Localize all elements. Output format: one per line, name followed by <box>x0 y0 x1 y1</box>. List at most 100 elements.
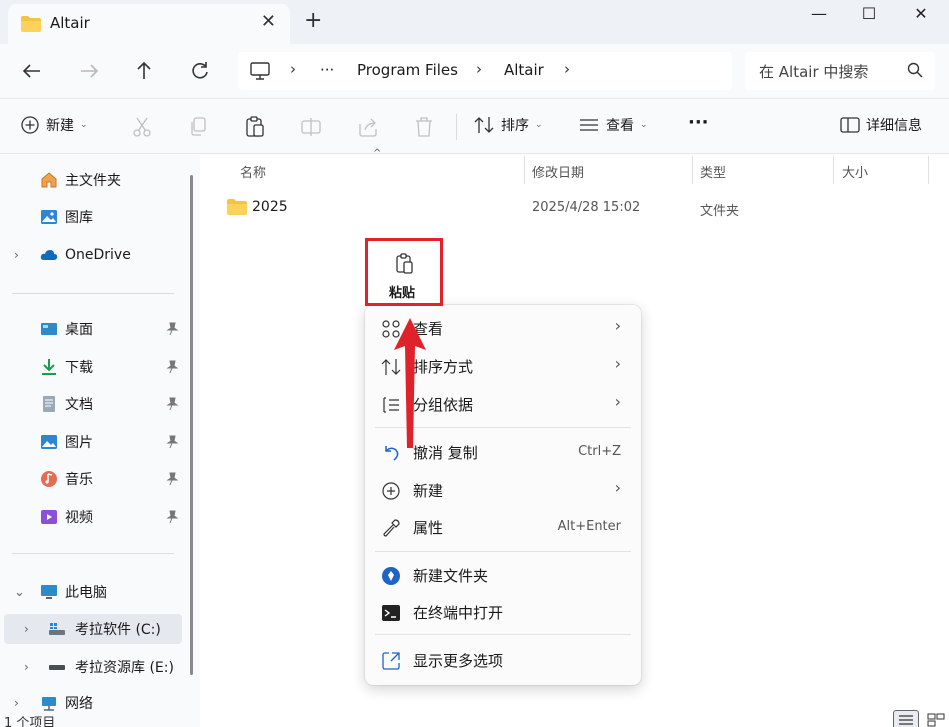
chevron-right-icon[interactable]: › <box>476 60 482 78</box>
chevron-right-icon[interactable]: › <box>564 60 570 78</box>
paste-label: 粘贴 <box>389 286 416 301</box>
wrench-icon <box>383 519 400 537</box>
menu-item-properties[interactable]: 属性 Alt+Enter <box>365 510 641 544</box>
search-box[interactable]: 在 Altair 中搜索 <box>745 52 935 90</box>
column-header-type[interactable]: 类型 <box>700 162 726 181</box>
back-icon[interactable] <box>18 58 46 84</box>
chevron-right-icon[interactable]: › <box>14 696 19 710</box>
divider <box>12 553 174 554</box>
view-label: 查看 <box>606 118 634 134</box>
paste-button[interactable]: 粘贴 <box>365 238 443 306</box>
paste-icon <box>396 253 413 274</box>
chevron-right-icon[interactable]: › <box>24 622 29 636</box>
maximize-button[interactable]: ☐ <box>846 2 892 30</box>
column-divider[interactable] <box>692 156 693 184</box>
pin-icon[interactable] <box>166 360 178 374</box>
sidebar-scrollbar[interactable] <box>190 175 193 675</box>
column-header-modified[interactable]: 修改日期 <box>532 162 584 181</box>
breadcrumb-program-files[interactable]: Program Files <box>357 61 458 79</box>
open-external-icon <box>382 652 400 670</box>
cut-icon[interactable] <box>132 116 152 138</box>
sidebar-item-gallery[interactable]: 图库 <box>0 202 185 232</box>
more-options-button[interactable]: ··· <box>688 112 709 133</box>
home-icon <box>41 172 57 188</box>
new-button[interactable]: 新建 ⌄ <box>20 115 88 135</box>
sidebar-item-music[interactable]: 音乐 <box>0 464 185 494</box>
column-header-name[interactable]: 名称 <box>240 162 266 181</box>
sidebar-item-drive-e[interactable]: › 考拉资源库 (E:) <box>0 652 185 682</box>
delete-icon[interactable] <box>414 116 434 138</box>
menu-item-new[interactable]: 新建 › <box>365 473 641 507</box>
list-view-icon <box>580 119 598 131</box>
details-pane-button[interactable]: 详细信息 <box>840 115 922 135</box>
tab-close-icon[interactable]: ✕ <box>261 11 276 32</box>
chevron-right-icon: › <box>614 354 621 373</box>
chevron-right-icon: › <box>614 316 621 335</box>
red-arrow-annotation <box>394 318 426 448</box>
sidebar-item-downloads[interactable]: 下载 <box>0 352 185 382</box>
tab-title: Altair <box>50 14 90 32</box>
status-item-count: 1 个项目 <box>4 716 56 727</box>
chevron-down-icon[interactable]: ⌄ <box>14 585 25 600</box>
file-row[interactable]: 2025 2025/4/28 15:02 文件夹 <box>220 192 930 224</box>
details-view-button[interactable] <box>893 710 919 727</box>
divider <box>456 114 457 140</box>
folder-icon <box>227 199 247 215</box>
menu-item-show-more-options[interactable]: 显示更多选项 <box>365 643 641 677</box>
sidebar-item-pictures[interactable]: 图片 <box>0 427 185 457</box>
pin-icon[interactable] <box>166 472 178 486</box>
sidebar-item-videos[interactable]: 视频 <box>0 502 185 532</box>
drive-e-icon <box>49 665 65 670</box>
sidebar-item-this-pc[interactable]: ⌄ 此电脑 <box>0 577 185 607</box>
refresh-icon[interactable] <box>186 58 214 84</box>
pin-icon[interactable] <box>166 322 178 336</box>
column-divider[interactable] <box>524 156 525 184</box>
context-menu: 查看 › 排序方式 › 分组依据 › 撤消 复制 Ctrl+Z 新建 › 属性 … <box>365 233 641 685</box>
minimize-button[interactable]: — <box>796 2 842 30</box>
breadcrumb-altair[interactable]: Altair <box>504 61 544 79</box>
pin-icon[interactable] <box>166 397 178 411</box>
menu-item-open-terminal[interactable]: 在终端中打开 <box>365 595 641 629</box>
sidebar-item-drive-c[interactable]: › 考拉软件 (C:) <box>4 614 182 644</box>
navigation-pane: 主文件夹 图库 › OneDrive 桌面 下载 文档 图片 音乐 视频 ⌄ 此… <box>0 155 200 727</box>
sort-button[interactable]: 排序 ⌄ <box>473 115 543 135</box>
tab-altair[interactable]: Altair ✕ <box>8 4 290 44</box>
new-folder-icon <box>382 567 400 585</box>
column-header-size[interactable]: 大小 <box>842 162 868 181</box>
chevron-down-icon: ⌄ <box>80 120 88 130</box>
sort-icon <box>474 117 494 133</box>
menu-item-new-folder[interactable]: 新建文件夹 <box>365 558 641 592</box>
view-button[interactable]: 查看 ⌄ <box>578 115 648 135</box>
column-divider[interactable] <box>833 156 834 184</box>
copy-icon[interactable] <box>188 116 208 138</box>
rename-icon[interactable] <box>300 116 322 138</box>
details-label: 详细信息 <box>866 118 922 134</box>
chevron-right-icon[interactable]: › <box>14 248 19 262</box>
breadcrumb-overflow[interactable]: ··· <box>320 61 334 79</box>
chevron-right-icon[interactable]: › <box>24 660 29 674</box>
up-icon[interactable] <box>130 58 158 84</box>
search-input[interactable]: 在 Altair 中搜索 <box>759 61 868 82</box>
address-bar[interactable]: › ··· Program Files › Altair › <box>238 52 732 90</box>
pin-icon[interactable] <box>166 510 178 524</box>
sidebar-item-documents[interactable]: 文档 <box>0 389 185 419</box>
new-tab-button[interactable]: + <box>304 8 322 33</box>
sidebar-item-onedrive[interactable]: › OneDrive <box>0 240 185 270</box>
desktop-icon <box>41 323 57 335</box>
file-type: 文件夹 <box>700 204 740 219</box>
chevron-right-icon: › <box>290 60 296 78</box>
pictures-icon <box>41 435 57 449</box>
computer-icon <box>250 62 270 80</box>
pin-icon[interactable] <box>166 435 178 449</box>
column-divider[interactable] <box>928 156 929 184</box>
share-icon[interactable] <box>357 116 379 138</box>
search-icon[interactable] <box>907 62 923 78</box>
divider <box>12 293 174 294</box>
sidebar-item-home[interactable]: 主文件夹 <box>0 165 185 195</box>
paste-icon[interactable] <box>244 116 266 138</box>
tiles-view-icon[interactable] <box>926 712 946 727</box>
sidebar-item-desktop[interactable]: 桌面 <box>0 314 185 344</box>
forward-icon[interactable] <box>75 58 103 84</box>
close-window-button[interactable]: ✕ <box>898 2 944 30</box>
drive-c-icon <box>49 623 65 635</box>
